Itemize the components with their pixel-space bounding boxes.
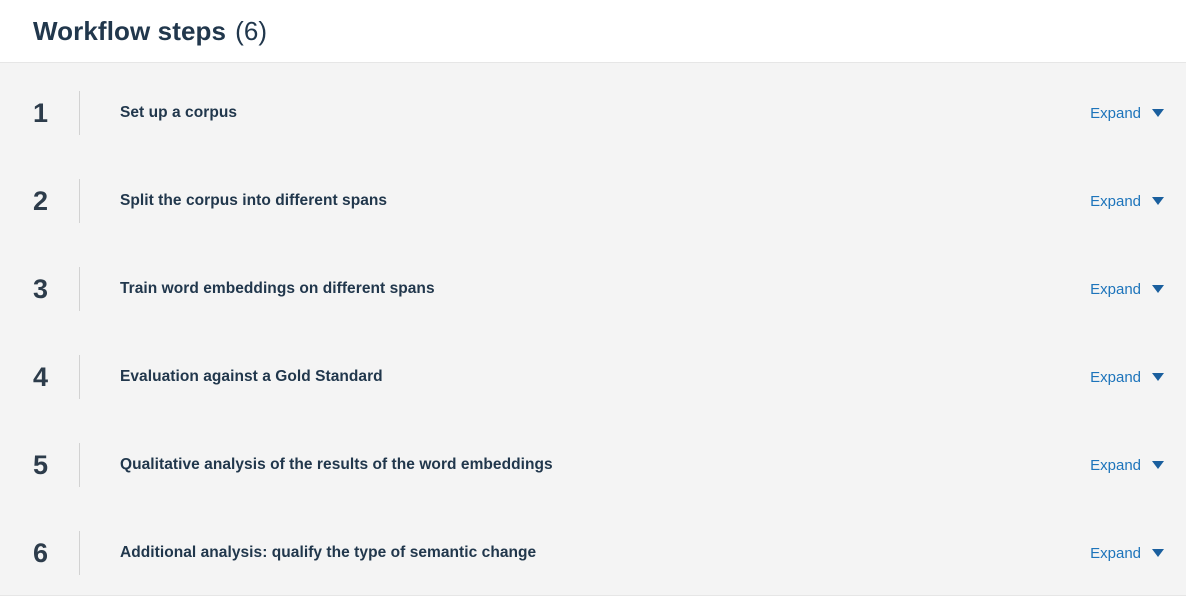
expand-button[interactable]: Expand [1090,370,1164,385]
expand-button-label: Expand [1090,544,1141,562]
expand-button[interactable]: Expand [1090,458,1164,473]
expand-button[interactable]: Expand [1090,282,1164,297]
page-title: Workflow steps (6) [33,16,267,46]
step-divider [79,531,80,575]
panel-header: Workflow steps (6) [0,0,1200,62]
expand-button-label: Expand [1090,280,1141,298]
step-number: 5 [33,449,49,480]
chevron-down-icon [1152,373,1164,381]
step-title: Split the corpus into different spans [120,192,388,209]
expand-button-label: Expand [1090,104,1141,122]
expand-button-label: Expand [1090,192,1141,210]
chevron-down-icon [1152,109,1164,117]
chevron-down-icon [1152,197,1164,205]
step-title: Qualitative analysis of the results of t… [120,456,553,473]
step-title: Train word embeddings on different spans [120,280,435,297]
list-item[interactable]: 4 Evaluation against a Gold Standard Exp… [0,333,1186,421]
step-number: 6 [33,537,49,568]
expand-button[interactable]: Expand [1090,546,1164,561]
step-divider [79,267,80,311]
step-divider [79,355,80,399]
list-item[interactable]: 5 Qualitative analysis of the results of… [0,421,1186,509]
step-title: Evaluation against a Gold Standard [120,368,383,385]
expand-button[interactable]: Expand [1090,106,1164,121]
step-number: 1 [33,97,49,128]
step-title: Additional analysis: qualify the type of… [120,544,537,561]
step-divider [79,91,80,135]
list-item[interactable]: 2 Split the corpus into different spans … [0,157,1186,245]
step-number: 4 [33,361,49,392]
chevron-down-icon [1152,285,1164,293]
step-divider [79,179,80,223]
workflow-steps-panel: Workflow steps (6) 1 Set up a corpus Exp… [0,0,1200,602]
list-item[interactable]: 1 Set up a corpus Expand [0,69,1186,157]
page-title-text: Workflow steps [33,16,227,46]
step-number: 3 [33,273,49,304]
step-number: 2 [33,185,49,216]
expand-button[interactable]: Expand [1090,194,1164,209]
step-count-badge: (6) [235,16,268,46]
expand-button-label: Expand [1090,456,1141,474]
workflow-steps-list: 1 Set up a corpus Expand 2 Split the cor… [0,62,1186,596]
step-divider [79,443,80,487]
list-item[interactable]: 3 Train word embeddings on different spa… [0,245,1186,333]
expand-button-label: Expand [1090,368,1141,386]
list-item[interactable]: 6 Additional analysis: qualify the type … [0,509,1186,597]
chevron-down-icon [1152,549,1164,557]
step-title: Set up a corpus [120,104,238,121]
chevron-down-icon [1152,461,1164,469]
